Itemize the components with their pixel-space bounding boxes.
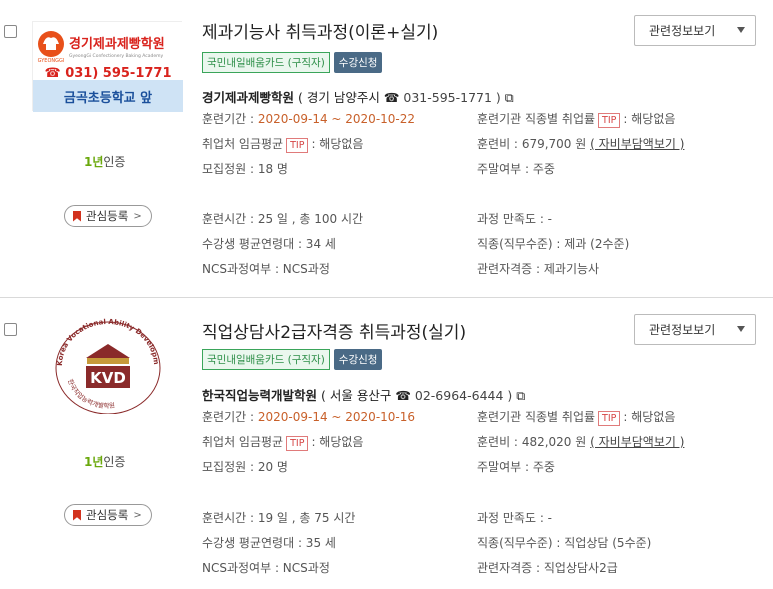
weekend-text: 주말여부 : 주중: [477, 162, 555, 176]
academy-logo: Korea Vocational Ability Development Ins…: [30, 308, 182, 415]
course-badges: 국민내일배움카드 (구직자) 수강신청: [202, 349, 383, 370]
period-row: 훈련기간 : 2020-09-14 ~ 2020-10-16: [202, 408, 415, 425]
chevron-down-icon: [737, 326, 745, 332]
course-item: GYEONGGI 경기제과제빵학원 GyeongGi Confectionery…: [0, 0, 773, 298]
cert-text: 인증: [103, 155, 126, 169]
cert-badge: 1년인증: [84, 153, 125, 170]
period-label: 훈련기간 :: [202, 410, 255, 424]
cert-badge: 1년인증: [84, 453, 125, 470]
logo-name: 경기제과제빵학원: [69, 36, 165, 52]
employ-label: 훈련기관 직종별 취업률: [477, 410, 596, 424]
related-info-select[interactable]: 관련정보보기: [634, 314, 756, 345]
quota-text: 모집정원 : 20 명: [202, 460, 288, 474]
related-info-select-label: 관련정보보기: [649, 323, 716, 337]
academy-name[interactable]: 한국직업능력개발학원: [202, 388, 317, 403]
cert-text: 인증: [103, 455, 126, 469]
chevron-right-icon: >: [133, 210, 142, 222]
cert-year: 1년: [84, 455, 104, 469]
wage-label: 취업처 임금평균: [202, 137, 284, 151]
related-info-select-label: 관련정보보기: [649, 24, 716, 38]
fee-row: 훈련비 : 679,700 원 ( 자비부담액보기 ): [477, 135, 684, 152]
satisfaction-text: 과정 만족도 : -: [477, 511, 553, 525]
phone-icon: ☎: [383, 90, 400, 105]
logo-letters: KVD: [90, 369, 126, 387]
favorite-label: 관심등록: [86, 508, 129, 522]
hours-text: 훈련시간 : 19 일 , 총 75 시간: [202, 511, 356, 525]
license-text: 관련자격증 : 직업상담사2급: [477, 561, 618, 575]
age-text: 수강생 평균연령대 : 34 세: [202, 237, 336, 251]
external-link-icon[interactable]: ⧉: [505, 90, 514, 105]
academy-logo: GYEONGGI 경기제과제빵학원 GyeongGi Confectionery…: [32, 21, 183, 112]
fee-value: 679,700 원: [521, 137, 587, 151]
period-value: 2020-09-14 ~ 2020-10-16: [257, 410, 416, 424]
favorite-button[interactable]: 관심등록 >: [64, 504, 152, 526]
employ-value: : 해당없음: [623, 112, 676, 126]
self-pay-link[interactable]: ( 자비부담액보기 ): [590, 435, 684, 449]
ncs-text: NCS과정여부 : NCS과정: [202, 262, 330, 276]
card-badge: 국민내일배움카드 (구직자): [202, 52, 330, 73]
wage-value: : 해당없음: [311, 137, 364, 151]
fee-value: 482,020 원: [521, 435, 587, 449]
course-checkbox[interactable]: [4, 323, 17, 336]
logo-subtitle: GyeongGi Confectionery Baking Academy: [69, 53, 164, 59]
employ-label: 훈련기관 직종별 취업률: [477, 112, 596, 126]
employ-row: 훈련기관 직종별 취업률 TIP: 해당없음: [477, 110, 675, 128]
card-badge: 국민내일배움카드 (구직자): [202, 349, 330, 370]
bookmark-icon: [73, 210, 81, 222]
employ-row: 훈련기관 직종별 취업률 TIP: 해당없음: [477, 408, 675, 426]
academy-location: ( 서울 용산구: [321, 388, 392, 403]
job-text: 직종(직무수준) : 제과 (2수준): [477, 237, 630, 251]
favorite-button[interactable]: 관심등록 >: [64, 205, 152, 227]
academy-location: ( 경기 남양주시: [298, 90, 380, 105]
period-value: 2020-09-14 ~ 2020-10-22: [257, 112, 416, 126]
age-text: 수강생 평균연령대 : 35 세: [202, 536, 336, 550]
academy-info: 한국직업능력개발학원 ( 서울 용산구 ☎ 02-6964-6444 ) ⧉: [202, 385, 525, 404]
academy-phone: 031-595-1771 ): [403, 90, 501, 105]
logo-address: 금곡초등학교 앞: [64, 90, 152, 106]
tip-badge[interactable]: TIP: [598, 411, 621, 426]
fee-label: 훈련비 :: [477, 137, 518, 151]
tip-badge[interactable]: TIP: [286, 436, 309, 451]
favorite-label: 관심등록: [86, 209, 129, 223]
academy-phone: 02-6964-6444 ): [414, 388, 513, 403]
course-checkbox[interactable]: [4, 25, 17, 38]
chevron-right-icon: >: [133, 509, 142, 521]
wage-row: 취업처 임금평균 TIP: 해당없음: [202, 433, 363, 451]
satisfaction-text: 과정 만족도 : -: [477, 212, 553, 226]
wage-label: 취업처 임금평균: [202, 435, 284, 449]
bookmark-icon: [73, 509, 81, 521]
phone-icon: ☎: [395, 388, 411, 403]
course-item: Korea Vocational Ability Development Ins…: [0, 298, 773, 589]
chevron-down-icon: [737, 27, 745, 33]
ncs-text: NCS과정여부 : NCS과정: [202, 561, 330, 575]
quota-text: 모집정원 : 18 명: [202, 162, 288, 176]
related-info-select[interactable]: 관련정보보기: [634, 15, 756, 46]
period-row: 훈련기간 : 2020-09-14 ~ 2020-10-22: [202, 110, 415, 127]
tip-badge[interactable]: TIP: [598, 113, 621, 128]
course-badges: 국민내일배움카드 (구직자) 수강신청: [202, 52, 383, 73]
external-link-icon[interactable]: ⧉: [516, 388, 525, 403]
course-title[interactable]: 직업상담사2급자격증 취득과정(실기): [202, 318, 466, 343]
employ-value: : 해당없음: [623, 410, 676, 424]
wage-row: 취업처 임금평균 TIP: 해당없음: [202, 135, 363, 153]
fee-row: 훈련비 : 482,020 원 ( 자비부담액보기 ): [477, 433, 684, 450]
logo-phone: ☎ 031) 595-1771: [44, 66, 171, 81]
fee-label: 훈련비 :: [477, 435, 518, 449]
period-label: 훈련기간 :: [202, 112, 255, 126]
apply-badge[interactable]: 수강신청: [333, 52, 383, 73]
hours-text: 훈련시간 : 25 일 , 총 100 시간: [202, 212, 364, 226]
wage-value: : 해당없음: [311, 435, 364, 449]
license-text: 관련자격증 : 제과기능사: [477, 262, 600, 276]
cert-year: 1년: [84, 155, 104, 169]
academy-info: 경기제과제빵학원 ( 경기 남양주시 ☎ 031-595-1771 ) ⧉: [202, 87, 514, 106]
course-title[interactable]: 제과기능사 취득과정(이론+실기): [202, 18, 438, 43]
apply-badge[interactable]: 수강신청: [333, 349, 383, 370]
academy-name[interactable]: 경기제과제빵학원: [202, 90, 294, 105]
tip-badge[interactable]: TIP: [286, 138, 309, 153]
job-text: 직종(직무수준) : 직업상담 (5수준): [477, 536, 652, 550]
self-pay-link[interactable]: ( 자비부담액보기 ): [590, 137, 684, 151]
weekend-text: 주말여부 : 주중: [477, 460, 555, 474]
logo-tag: GYEONGGI: [38, 58, 65, 64]
